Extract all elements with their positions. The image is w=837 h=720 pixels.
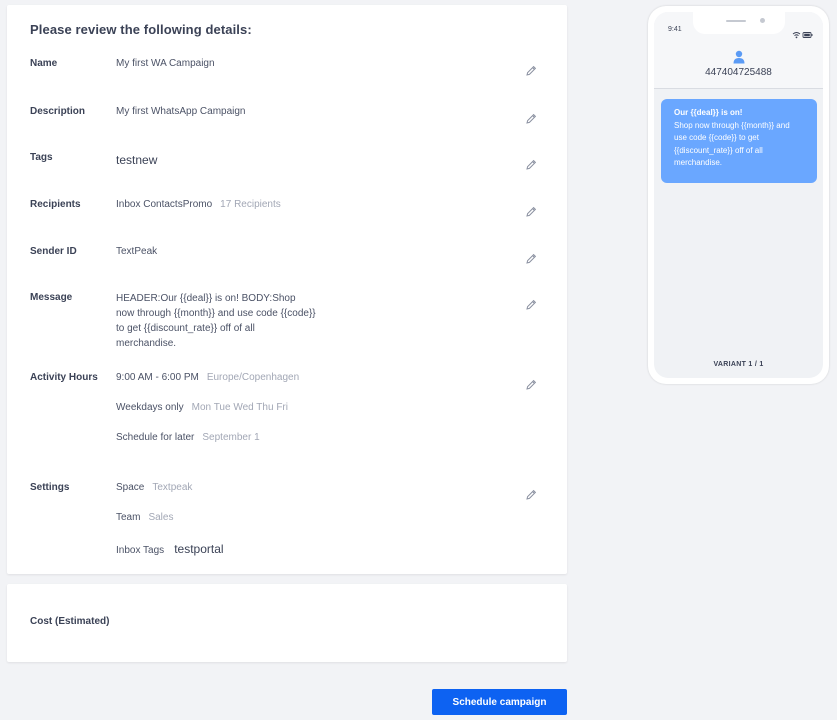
cost-label: Cost (Estimated) (30, 616, 110, 627)
settings-inbox-tags: Inbox Tags testportal (116, 542, 224, 556)
battery-icon (802, 32, 813, 38)
notch-speaker (726, 20, 746, 22)
review-heading: Please review the following details: (30, 22, 252, 37)
recipients-count: 17 Recipients (220, 199, 281, 210)
hours-value: 9:00 AM - 6:00 PM (116, 372, 199, 383)
activity-hours: 9:00 AM - 6:00 PM Europe/Copenhagen (116, 372, 299, 383)
wifi-icon (792, 32, 801, 39)
timezone-value: Europe/Copenhagen (206, 372, 300, 383)
description-value: My first WhatsApp Campaign (116, 106, 246, 117)
message-label: Message (30, 292, 73, 303)
inbox-tags-label: Inbox Tags (116, 545, 165, 556)
recipients-label: Recipients (30, 199, 81, 210)
days-value: Mon Tue Wed Thu Fri (191, 402, 288, 413)
schedule-label: Schedule for later (116, 432, 195, 443)
phone-time: 9:41 (668, 26, 682, 33)
settings-space: Space Textpeak (116, 482, 192, 493)
inbox-tags-value: testportal (174, 542, 224, 556)
phone-screen: 9:41 447404725488 Our {{deal}} is on! Sh… (654, 12, 823, 378)
phone-preview: 9:41 447404725488 Our {{deal}} is on! Sh… (648, 6, 829, 384)
edit-message-icon[interactable] (524, 298, 538, 312)
tags-value: testnew (116, 153, 158, 167)
activity-schedule: Schedule for later September 1 (116, 432, 260, 443)
edit-recipients-icon[interactable] (524, 205, 538, 219)
recipients-list: Inbox ContactsPromo (116, 199, 213, 210)
status-icons (792, 26, 814, 39)
variant-label: VARIANT 1 / 1 (713, 361, 764, 368)
sender-value: TextPeak (116, 246, 158, 257)
bubble-header: Our {{deal}} is on! (674, 108, 743, 117)
recipients-value: Inbox ContactsPromo 17 Recipients (116, 199, 281, 210)
activity-label: Activity Hours (30, 372, 98, 383)
name-value: My first WA Campaign (116, 58, 215, 69)
schedule-date: September 1 (202, 432, 260, 443)
message-value: HEADER:Our {{deal}} is on! BODY:Shop now… (116, 293, 316, 349)
settings-label: Settings (30, 482, 70, 493)
phone-number: 447404725488 (705, 67, 772, 78)
description-label: Description (30, 106, 86, 117)
review-card: Please review the following details: Nam… (7, 5, 567, 574)
space-label: Space (116, 482, 145, 493)
activity-days: Weekdays only Mon Tue Wed Thu Fri (116, 402, 288, 413)
edit-name-icon[interactable] (524, 64, 538, 78)
bubble-body: Shop now through {{month}} and use code … (674, 120, 790, 168)
tags-label: Tags (30, 152, 53, 163)
edit-settings-icon[interactable] (524, 488, 538, 502)
cost-card: Cost (Estimated) (7, 584, 567, 662)
settings-team: Team Sales (116, 512, 173, 523)
name-label: Name (30, 58, 58, 69)
edit-sender-icon[interactable] (524, 252, 538, 266)
notch-camera (760, 18, 765, 23)
message-bubble: Our {{deal}} is on! Shop now through {{m… (661, 99, 817, 183)
edit-tags-icon[interactable] (524, 158, 538, 172)
space-value: Textpeak (152, 482, 193, 493)
user-icon (733, 50, 745, 64)
phone-notch (693, 12, 785, 34)
team-value: Sales (148, 512, 174, 523)
edit-description-icon[interactable] (524, 112, 538, 126)
phone-header: 9:41 447404725488 (654, 12, 823, 89)
edit-activity-icon[interactable] (524, 378, 538, 392)
days-label: Weekdays only (116, 402, 184, 413)
sender-label: Sender ID (30, 246, 77, 257)
team-label: Team (116, 512, 141, 523)
schedule-campaign-button[interactable]: Schedule campaign (432, 689, 567, 715)
